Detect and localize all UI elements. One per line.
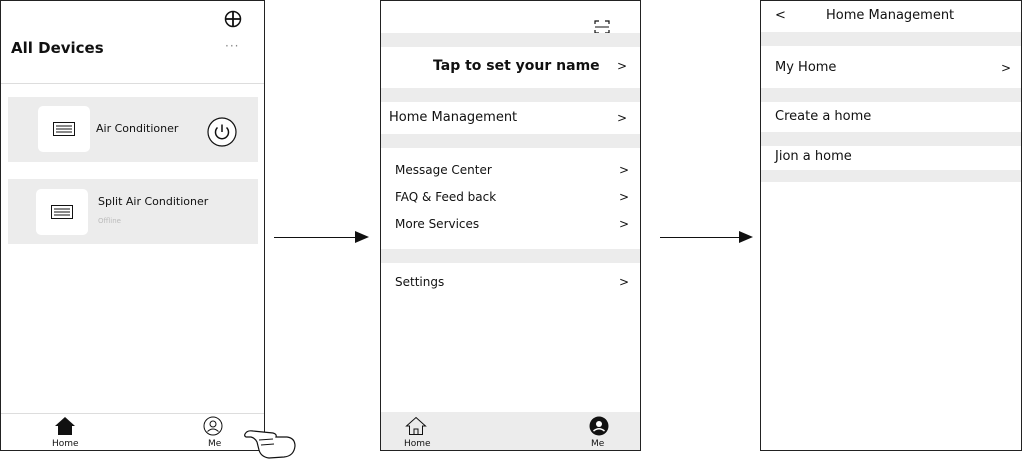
device-card-air-conditioner[interactable]: Air Conditioner: [8, 97, 258, 162]
more-options-button[interactable]: ···: [225, 39, 239, 53]
menu-item-label: FAQ & Feed back: [395, 190, 497, 204]
tab-me-label: Me: [208, 439, 222, 449]
tab-me[interactable]: Me: [584, 415, 614, 450]
flow-arrow-head-icon: [355, 231, 369, 243]
section-spacer: [761, 32, 1021, 46]
tab-home-label: Home: [52, 439, 79, 449]
section-spacer: [761, 170, 1021, 182]
set-name-label: Tap to set your name: [433, 58, 600, 74]
add-device-icon[interactable]: [224, 10, 242, 28]
tab-me[interactable]: Me: [199, 415, 235, 450]
my-home-row[interactable]: My Home >: [761, 46, 1021, 88]
tab-home[interactable]: Home: [401, 415, 437, 450]
section-spacer: [761, 88, 1021, 102]
join-home-label: Jion a home: [775, 149, 852, 164]
chevron-right-icon: >: [619, 217, 630, 231]
device-name: Split Air Conditioner: [98, 195, 209, 208]
screen-all-devices: All Devices ··· Air Conditioner Split Ai…: [0, 0, 265, 451]
power-button[interactable]: [207, 117, 237, 151]
set-name-row[interactable]: Tap to set your name >: [381, 47, 640, 87]
device-status: Offline: [98, 217, 121, 225]
tab-bar: Home Me: [1, 413, 264, 450]
chevron-right-icon: >: [619, 190, 630, 204]
device-thumbnail: [36, 189, 88, 235]
chevron-right-icon: >: [619, 275, 630, 289]
my-home-label: My Home: [775, 60, 837, 75]
chevron-right-icon: >: [617, 59, 628, 73]
device-name: Air Conditioner: [96, 122, 179, 135]
chevron-right-icon: >: [1001, 61, 1012, 75]
home-management-label: Home Management: [389, 110, 518, 125]
section-spacer: [381, 33, 640, 47]
tab-home-label: Home: [404, 439, 431, 449]
screen-me: Tap to set your name > Home Management >…: [380, 0, 641, 451]
section-spacer: [381, 134, 640, 148]
screen-home-management: < Home Management My Home > Create a hom…: [760, 0, 1022, 451]
pointing-hand-icon: [243, 420, 299, 464]
tab-home[interactable]: Home: [46, 415, 86, 450]
menu-item-label: Message Center: [395, 163, 492, 177]
menu-item-label: More Services: [395, 217, 480, 231]
home-icon: [54, 416, 76, 440]
home-outline-icon: [405, 416, 427, 440]
air-conditioner-icon: [53, 121, 75, 140]
device-card-split-air-conditioner[interactable]: Split Air Conditioner Offline: [8, 179, 258, 244]
chevron-right-icon: >: [617, 111, 628, 125]
create-home-row[interactable]: Create a home: [761, 102, 1021, 132]
menu-item-faq[interactable]: FAQ & Feed back >: [381, 187, 640, 211]
page-title: Home Management: [826, 8, 955, 23]
section-spacer: [381, 88, 640, 102]
user-filled-icon: [589, 416, 609, 440]
flow-arrow-line: [274, 237, 356, 238]
tab-bar: Home Me: [381, 412, 640, 450]
chevron-right-icon: >: [619, 163, 630, 177]
back-button[interactable]: <: [775, 8, 786, 23]
create-home-label: Create a home: [775, 109, 872, 124]
section-spacer: [381, 249, 640, 263]
flow-arrow-line: [660, 237, 740, 238]
page-title: All Devices: [11, 39, 104, 57]
section-spacer: [761, 132, 1021, 146]
header-divider: [1, 83, 264, 84]
menu-item-settings[interactable]: Settings >: [381, 272, 640, 296]
air-conditioner-icon: [51, 204, 73, 223]
tab-me-label: Me: [591, 439, 605, 449]
menu-item-more-services[interactable]: More Services >: [381, 214, 640, 238]
join-home-row[interactable]: Jion a home: [761, 146, 1021, 170]
user-icon: [203, 416, 223, 440]
menu-item-label: Settings: [395, 275, 445, 289]
menu-item-message-center[interactable]: Message Center >: [381, 160, 640, 184]
flow-arrow-head-icon: [739, 231, 753, 243]
home-management-row[interactable]: Home Management >: [381, 102, 640, 134]
device-thumbnail: [38, 106, 90, 152]
